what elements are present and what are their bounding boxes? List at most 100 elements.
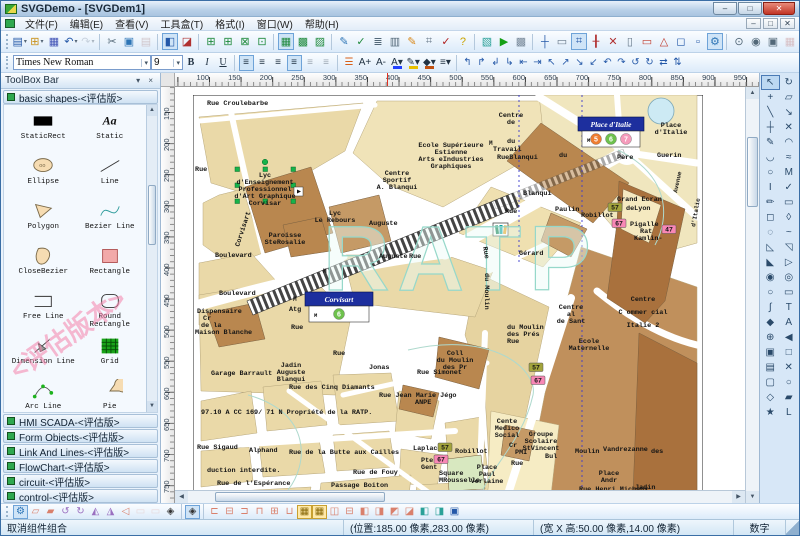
node-arrow-tool-button[interactable]: ↺ <box>628 55 642 71</box>
toolbox-group-form-objects[interactable]: Form Objects-<评估版> <box>3 429 158 443</box>
small-rect-tool-button[interactable]: ▭ <box>780 285 799 300</box>
snap-node-button[interactable]: ✕ <box>605 33 621 50</box>
frame-tool-button[interactable]: □ <box>780 345 799 360</box>
triangle-button[interactable]: △ <box>656 33 672 50</box>
cross-tool-button[interactable]: ┼ <box>761 120 780 135</box>
resize-grip[interactable] <box>786 520 799 535</box>
drawing-canvas[interactable]: RATP Rue Croulebarbe Rue Lyc d'Enseignement P… <box>175 87 745 503</box>
scroll-down-icon[interactable]: ▼ <box>746 491 759 503</box>
wave-tool-button[interactable]: ∫ <box>761 300 780 315</box>
brush-tool-button[interactable]: ◆ <box>761 315 780 330</box>
toolbox-item-free-line[interactable]: Free Line <box>10 289 77 334</box>
zoom-page-button[interactable]: ▣ <box>765 33 781 50</box>
align-grid-1-button[interactable]: ▦ <box>782 33 798 50</box>
same-width-button[interactable]: ▦ <box>297 504 312 519</box>
new-button[interactable]: ▤ ▾ <box>12 33 28 50</box>
toolbox-item-rectangle[interactable]: Rectangle <box>77 244 144 289</box>
a-label-tool-button[interactable]: A <box>780 315 799 330</box>
align-bottom-button[interactable]: ≡ <box>319 55 334 71</box>
toolbox-item-staticrect[interactable]: StaticRect <box>10 109 77 154</box>
dropdown-arrow-icon[interactable]: ▾ <box>41 38 44 45</box>
wedge-tool-button[interactable]: ◣ <box>761 255 780 270</box>
toolbox-group-control[interactable]: control-<评估版> <box>3 489 158 503</box>
map-document[interactable]: RATPRue CroulebarbeRueLyc d'Enseignement P… <box>193 95 703 497</box>
menu-item[interactable]: 帮助(H) <box>299 20 345 31</box>
toolbox-item-bezier-line[interactable]: Bezier Line <box>77 199 144 244</box>
m-shape-tool-button[interactable]: M <box>780 165 799 180</box>
align-middle-button[interactable]: ⊞ <box>267 505 282 519</box>
font-smaller-button[interactable]: A- <box>374 55 389 71</box>
align-left-button[interactable]: ≡ <box>238 54 254 71</box>
align-bottom-button[interactable]: ⊔ <box>282 505 297 519</box>
scroll-thumb[interactable] <box>148 185 156 245</box>
l-shape-tool-button[interactable]: L <box>780 405 799 420</box>
select-frame-button[interactable]: ◻ <box>673 33 689 50</box>
node-arrow-tool-button[interactable]: ↖ <box>544 55 558 71</box>
node-arrow-tool-button[interactable]: ↷ <box>614 55 628 71</box>
callout-tool-button[interactable]: ◻ <box>761 210 780 225</box>
draw-check-button[interactable]: ✎ <box>336 33 352 50</box>
snap-guide-button[interactable]: ╂ <box>588 33 604 50</box>
snap-frame-button[interactable]: ▯ <box>622 33 638 50</box>
toolbox-group-link-and-lines[interactable]: Link And Lines-<评估版> <box>3 444 158 458</box>
grid-show-button[interactable]: ▦ <box>277 33 294 50</box>
rect-node-tool-button[interactable]: ▭ <box>780 195 799 210</box>
node-arrow-tool-button[interactable]: ↘ <box>572 55 586 71</box>
align-top-button[interactable]: ≡ <box>303 55 318 71</box>
layout-button[interactable]: ▭ <box>554 33 570 50</box>
stamp-tool-button[interactable]: ◉ <box>761 270 780 285</box>
save-button[interactable]: ▦ <box>46 33 62 50</box>
toolbox-item-static[interactable]: Aa Static <box>77 109 144 154</box>
italic-button[interactable]: I <box>200 55 215 71</box>
lasso-button[interactable]: ▱ <box>780 90 799 105</box>
order-back-button[interactable]: ◨ <box>432 505 447 519</box>
node-arrow-tool-button[interactable]: ⇅ <box>670 55 684 71</box>
font-color-button[interactable]: A ▾ <box>390 55 405 71</box>
node-arrow-tool-button[interactable]: ↱ <box>474 55 488 71</box>
size-height-button[interactable]: ◩ <box>387 505 402 519</box>
scroll-down-icon[interactable]: ▼ <box>147 401 157 412</box>
node-arrow-tool-button[interactable]: ⇤ <box>516 55 530 71</box>
node-arrow-tool-button[interactable]: ↻ <box>642 55 656 71</box>
import-button[interactable]: ◪ <box>179 33 195 50</box>
node-arrow-tool-button[interactable]: ↗ <box>558 55 572 71</box>
grid-big-button[interactable]: ▩ <box>513 33 529 50</box>
vscroll-thumb[interactable] <box>747 137 758 207</box>
polygon-2-tool-button[interactable]: ◹ <box>780 240 799 255</box>
globe-tool-button[interactable]: ⊕ <box>761 330 780 345</box>
crosshair-button[interactable]: ┼ <box>537 33 553 50</box>
node-arrow-tool-button[interactable]: ↳ <box>502 55 516 71</box>
toolbar-grip-3[interactable] <box>6 506 10 517</box>
minimize-button[interactable]: – <box>713 2 737 15</box>
group-button[interactable]: ▱ <box>28 505 43 519</box>
chevron-down-icon[interactable]: ▾ <box>141 58 148 67</box>
bold-button[interactable]: B <box>184 55 199 71</box>
z-shape-tool-button[interactable]: ▰ <box>780 390 799 405</box>
grid-fill-button[interactable]: ▨ <box>312 33 328 50</box>
align-right-button[interactable]: ≡ <box>271 55 286 71</box>
image-tool-button[interactable]: ▣ <box>761 345 780 360</box>
cloud-tool-button[interactable]: ◌ <box>761 225 780 240</box>
align-right-button[interactable]: ⊐ <box>237 505 252 519</box>
chart-button[interactable]: ▧ <box>479 33 495 50</box>
toolbox-group-hmi-scada[interactable]: HMI SCADA-<评估版> <box>3 414 158 428</box>
scroll-left-icon[interactable]: ◀ <box>175 491 188 503</box>
table-new-button[interactable]: ⊞ <box>203 33 219 50</box>
maximize-button[interactable]: □ <box>738 2 762 15</box>
menu-item[interactable]: 格式(I) <box>209 20 250 31</box>
rotate-left-button[interactable]: ↺ <box>58 505 73 519</box>
flip-vertical-button[interactable]: ◮ <box>103 505 118 519</box>
dropdown-arrow-icon[interactable]: ▾ <box>446 57 451 68</box>
same-height-button[interactable]: ▦ <box>312 504 327 519</box>
line-tool-button[interactable]: ╲ <box>761 105 780 120</box>
arrow-line-tool-button[interactable]: ↘ <box>780 105 799 120</box>
font-size-select[interactable]: 9 ▾ <box>151 55 183 70</box>
node-check-tool-button[interactable]: ✓ <box>780 180 799 195</box>
select-button[interactable]: ↖ <box>761 75 780 90</box>
font-family-select[interactable]: Times New Roman ▾ <box>13 55 151 70</box>
bounds-1-button[interactable]: ▭ <box>133 505 148 519</box>
align-left-button[interactable]: ⊏ <box>207 505 222 519</box>
rect-red-button[interactable]: ▭ <box>639 33 655 50</box>
table-delete-button[interactable]: ⊠ <box>237 33 253 50</box>
toolbar-grip[interactable] <box>6 34 8 49</box>
